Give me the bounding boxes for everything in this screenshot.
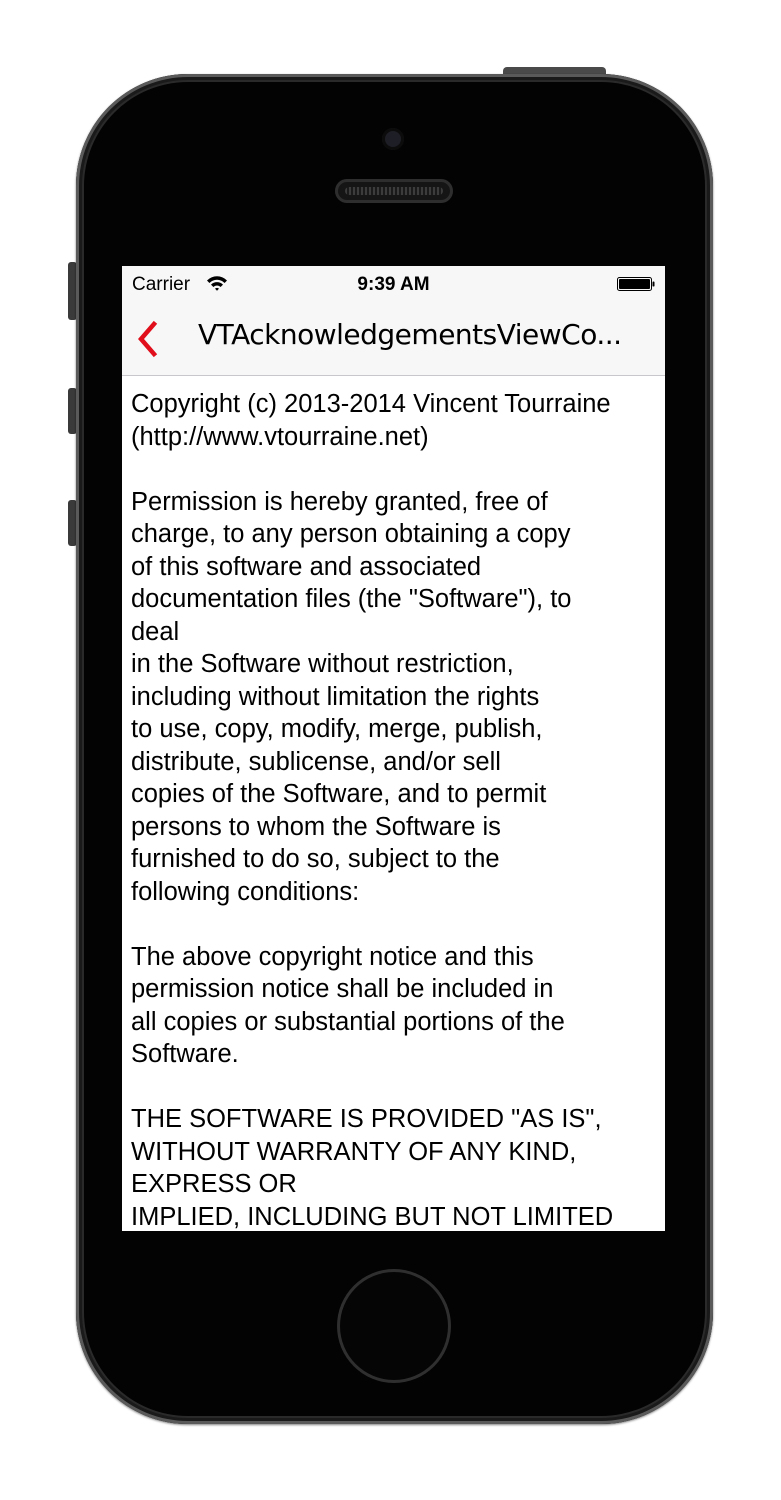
status-bar: Carrier 9:39 AM	[122, 266, 665, 302]
license-line: following conditions:	[131, 877, 360, 906]
license-line: WITHOUT WARRANTY OF ANY KIND,	[131, 1137, 577, 1166]
license-line: to use, copy, modify, merge, publish,	[131, 715, 543, 743]
front-camera	[382, 128, 404, 150]
license-line: of this software and associated	[131, 552, 482, 581]
license-line: deal	[131, 617, 180, 646]
license-line: (http://www.vtourraine.net)	[131, 422, 429, 451]
license-line: The above copyright notice and this	[131, 942, 534, 971]
earpiece-speaker	[335, 179, 453, 203]
license-line	[131, 1071, 661, 1104]
license-line: Software.	[131, 1040, 239, 1068]
license-line: all copies or substantial portions of th…	[131, 1007, 565, 1036]
battery-icon	[617, 277, 655, 291]
license-line	[131, 908, 661, 941]
status-time: 9:39 AM	[357, 274, 430, 295]
license-line: documentation files (the "Software"), to	[131, 585, 572, 613]
license-line: copies of the Software, and to permit	[131, 780, 547, 808]
screen: Carrier 9:39 AM VTAcknowledgementsViewCo…	[122, 266, 665, 1231]
license-line: in the Software without restriction,	[131, 650, 514, 678]
license-line: THE SOFTWARE IS PROVIDED "AS IS",	[131, 1105, 602, 1133]
license-line: permission notice shall be included in	[131, 975, 554, 1003]
home-button[interactable]	[337, 1269, 451, 1383]
license-text: Copyright (c) 2013-2014 Vincent Tourrain…	[131, 388, 661, 1231]
license-line: persons to whom the Software is	[131, 812, 501, 841]
license-line: furnished to do so, subject to the	[131, 845, 500, 873]
navigation-bar: VTAcknowledgementsViewCo...	[122, 302, 665, 376]
license-line: EXPRESS OR	[131, 1170, 297, 1198]
license-line: including without limitation the rights	[131, 682, 540, 711]
page-title: VTAcknowledgementsViewCo...	[198, 318, 622, 351]
speaker-grill	[345, 187, 443, 195]
license-line: IMPLIED, INCLUDING BUT NOT LIMITED	[131, 1202, 614, 1231]
chevron-left-icon[interactable]	[134, 320, 160, 358]
license-line: distribute, sublicense, and/or sell	[131, 747, 501, 776]
license-line: Copyright (c) 2013-2014 Vincent Tourrain…	[131, 390, 611, 418]
license-line	[131, 453, 661, 486]
license-line: Permission is hereby granted, free of	[131, 487, 548, 516]
license-line: charge, to any person obtaining a copy	[131, 520, 571, 548]
